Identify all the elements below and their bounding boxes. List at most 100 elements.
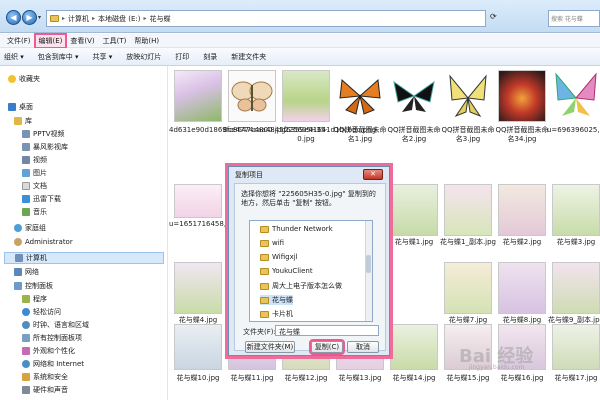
sidebar-item-computer[interactable]: 计算机 xyxy=(4,252,164,264)
folder-tree-item[interactable]: Wifigxjl xyxy=(260,253,298,261)
file-name[interactable]: u=696396025,2720303562&fm=21&gp=0.jpg xyxy=(547,126,600,135)
breadcrumb-computer[interactable]: 计算机 xyxy=(68,14,89,24)
file-name[interactable]: 花与蝶1.jpg xyxy=(385,238,443,247)
sidebar-item-cp-5[interactable]: 网络和 Internet xyxy=(22,359,84,369)
file-thumbnail[interactable] xyxy=(228,70,276,122)
print-button[interactable]: 打印 xyxy=(175,52,189,62)
sidebar-item-cp-0[interactable]: 程序 xyxy=(22,294,47,304)
folder-tree-item[interactable]: Thunder Network xyxy=(260,225,333,233)
cancel-button[interactable]: 取消 xyxy=(347,341,379,353)
file-thumbnail[interactable] xyxy=(444,184,492,236)
file-name[interactable]: QQ拼音截图未命名1.jpg xyxy=(331,126,389,144)
file-name[interactable]: 花与蝶11.jpg xyxy=(223,374,281,383)
folder-input[interactable]: 花与蝶 xyxy=(275,325,379,336)
sidebar-item-control-panel[interactable]: 控制面板 xyxy=(14,281,53,291)
file-name[interactable]: 花与蝶3.jpg xyxy=(547,238,600,247)
folder-tree-item[interactable]: 周大上电子版本怎么做 xyxy=(260,281,342,291)
file-thumbnail[interactable] xyxy=(390,324,438,370)
file-thumbnail[interactable] xyxy=(174,324,222,370)
scrollbar-thumb[interactable] xyxy=(366,255,371,273)
sidebar-item-favorites[interactable]: 收藏夹 xyxy=(8,74,40,84)
file-name[interactable]: 花与蝶10.jpg xyxy=(169,374,227,383)
sidebar-item-lib-2[interactable]: 视频 xyxy=(22,155,47,165)
file-thumbnail[interactable] xyxy=(498,184,546,236)
file-thumbnail[interactable] xyxy=(282,70,330,122)
slideshow-button[interactable]: 放映幻灯片 xyxy=(126,52,161,62)
new-folder-button[interactable]: 新建文件夹(M) xyxy=(245,341,295,353)
share-button[interactable]: 共享 ▾ xyxy=(93,52,113,62)
file-name[interactable]: 花与蝶17.jpg xyxy=(547,374,600,383)
scrollbar[interactable] xyxy=(365,221,372,321)
include-in-library-button[interactable]: 包含到库中 ▾ xyxy=(38,52,79,62)
sidebar-item-lib-5[interactable]: 迅雷下载 xyxy=(22,194,61,204)
folder-tree[interactable]: Thunder Network wifi Wifigxjl YoukuClien… xyxy=(249,220,373,322)
file-thumbnail[interactable] xyxy=(552,262,600,314)
back-button[interactable]: ◀ xyxy=(6,10,21,25)
sidebar-item-lib-1[interactable]: 暴风影视库 xyxy=(22,142,68,152)
sidebar-item-cp-7[interactable]: 硬件和声音 xyxy=(22,385,68,395)
file-name[interactable]: 花与蝶15.jpg xyxy=(439,374,497,383)
file-thumbnail[interactable] xyxy=(336,70,384,122)
sidebar-item-cp-1[interactable]: 轻松访问 xyxy=(22,307,61,317)
file-name[interactable]: QQ拼音截图未命名3.jpg xyxy=(439,126,497,144)
sidebar-item-cp-2[interactable]: 时钟、语言和区域 xyxy=(22,320,89,330)
copy-button[interactable]: 复制(C) xyxy=(309,339,345,355)
sidebar-item-desktop[interactable]: 桌面 xyxy=(8,102,33,112)
file-name[interactable]: u=1651716458,986898901&fm=21&gp=0.jpg xyxy=(169,220,333,229)
folder-tree-item[interactable]: 卡片机 xyxy=(260,309,293,319)
sidebar-item-lib-3[interactable]: 图片 xyxy=(22,168,47,178)
file-thumbnail[interactable] xyxy=(174,70,222,122)
new-folder-button[interactable]: 新建文件夹 xyxy=(231,52,266,62)
file-thumbnail[interactable] xyxy=(390,184,438,236)
recent-pages-dropdown[interactable]: ▾ xyxy=(38,14,44,22)
file-name[interactable]: 花与蝶12.jpg xyxy=(277,374,335,383)
file-thumbnail[interactable] xyxy=(444,262,492,314)
forward-button[interactable]: ▶ xyxy=(22,10,37,25)
breadcrumb-drive[interactable]: 本地磁盘 (E:) xyxy=(98,14,140,24)
sidebar-item-network[interactable]: 网络 xyxy=(14,267,39,277)
menu-edit[interactable]: 编辑(E) xyxy=(33,32,68,49)
refresh-icon[interactable]: ⟳ xyxy=(490,12,502,24)
folder-tree-item[interactable]: wifi xyxy=(260,239,284,247)
file-thumbnail[interactable] xyxy=(552,70,600,122)
breadcrumb-folder[interactable]: 花与蝶 xyxy=(150,14,171,24)
file-name[interactable]: 花与蝶13.jpg xyxy=(331,374,389,383)
file-name[interactable]: QQ拼音截图未命名34.jpg xyxy=(493,126,551,144)
file-name[interactable]: 花与蝶16.jpg xyxy=(493,374,551,383)
file-thumbnail[interactable] xyxy=(498,262,546,314)
sidebar-item-admin[interactable]: Administrator xyxy=(14,238,73,246)
file-name[interactable]: QQ拼音截图未命名2.jpg xyxy=(385,126,443,144)
burn-button[interactable]: 刻录 xyxy=(203,52,217,62)
sidebar-item-lib-0[interactable]: PPTV视频 xyxy=(22,129,65,139)
sidebar-item-cp-3[interactable]: 所有控制面板项 xyxy=(22,333,82,343)
address-input[interactable]: ▸ 计算机 ▸ 本地磁盘 (E:) ▸ 花与蝶 xyxy=(46,10,486,27)
file-thumbnail[interactable] xyxy=(552,184,600,236)
file-name[interactable]: 225605H35-0.jpg xyxy=(277,126,335,144)
sidebar-item-lib-6[interactable]: 音乐 xyxy=(22,207,47,217)
file-name[interactable]: 花与蝶2.jpg xyxy=(493,238,551,247)
file-thumbnail[interactable] xyxy=(174,262,222,314)
organize-button[interactable]: 组织 ▾ xyxy=(4,52,24,62)
sidebar-item-homegroup[interactable]: 家庭组 xyxy=(14,223,46,233)
file-name[interactable]: 花与蝶14.jpg xyxy=(385,374,443,383)
close-button[interactable]: ✕ xyxy=(363,169,383,180)
file-name[interactable]: 花与蝶1_副本.jpg xyxy=(439,238,497,247)
menu-file[interactable]: 文件(F) xyxy=(4,35,34,47)
menu-help[interactable]: 帮助(H) xyxy=(131,35,162,47)
file-thumbnail[interactable] xyxy=(390,70,438,122)
search-input[interactable]: 搜索 花与蝶 xyxy=(548,10,600,27)
folder-tree-item-selected[interactable]: 花与蝶 xyxy=(260,295,293,305)
sidebar-item-cp-6[interactable]: 系统和安全 xyxy=(22,372,68,382)
file-thumbnail[interactable] xyxy=(174,184,222,218)
file-name[interactable]: 8ce4774caa4845f6359e41641d1bcbdc.png xyxy=(223,126,376,135)
folder-tree-item[interactable]: YoukuClient xyxy=(260,267,313,275)
file-thumbnail[interactable] xyxy=(552,324,600,370)
sidebar-item-cp-4[interactable]: 外观和个性化 xyxy=(22,346,75,356)
menu-view[interactable]: 查看(V) xyxy=(67,35,97,47)
file-thumbnail[interactable] xyxy=(444,70,492,122)
menu-tools[interactable]: 工具(T) xyxy=(100,35,130,47)
file-thumbnail[interactable] xyxy=(498,70,546,122)
sidebar-item-lib-4[interactable]: 文档 xyxy=(22,181,47,191)
sidebar-item-library[interactable]: 库 xyxy=(14,116,32,126)
file-name[interactable]: 4d631e90d1869fc8647c4800.jpg xyxy=(169,126,286,135)
